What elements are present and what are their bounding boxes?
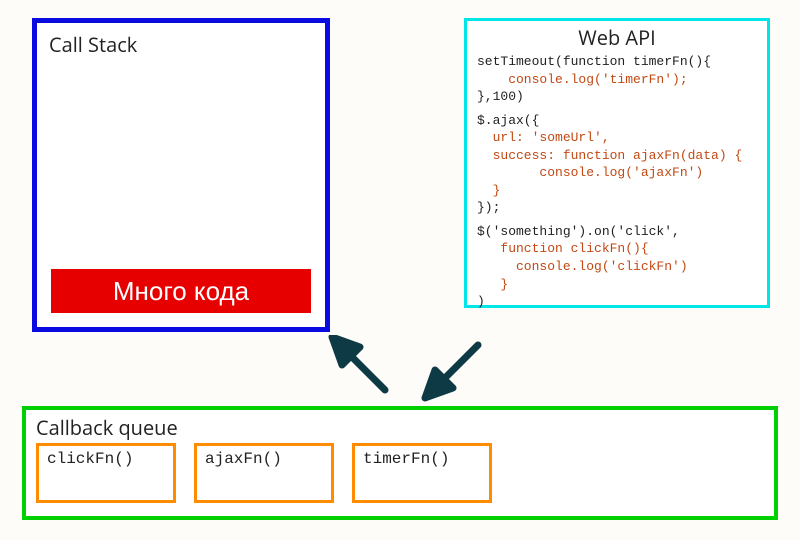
callback-queue-box: Callback queue clickFn() ajaxFn() timerF… — [22, 406, 778, 520]
call-stack-box: Call Stack Много кода — [32, 18, 330, 332]
code-inner: function clickFn(){ console.log('clickFn… — [477, 241, 688, 291]
web-api-code-click: $('something').on('click', function clic… — [477, 223, 757, 311]
code-outer: }); — [477, 200, 500, 215]
arrow-to-queue-icon — [425, 345, 478, 398]
code-inner: console.log('timerFn'); — [477, 72, 688, 87]
event-loop-arrows — [310, 335, 510, 405]
web-api-code-ajax: $.ajax({ url: 'someUrl', success: functi… — [477, 112, 757, 217]
callback-queue-row: clickFn() ajaxFn() timerFn() — [36, 443, 764, 503]
code-outer: ) — [477, 294, 485, 309]
call-stack-title: Call Stack — [49, 31, 313, 58]
call-stack-item: Много кода — [51, 269, 311, 313]
queue-item: clickFn() — [36, 443, 176, 503]
code-outer: $('something').on('click', — [477, 224, 680, 239]
queue-item: ajaxFn() — [194, 443, 334, 503]
code-inner: url: 'someUrl', success: function ajaxFn… — [477, 130, 742, 198]
queue-item: timerFn() — [352, 443, 492, 503]
web-api-code-settimeout: setTimeout(function timerFn(){ console.l… — [477, 53, 757, 106]
code-outer: setTimeout(function timerFn(){ — [477, 54, 711, 69]
callback-queue-title: Callback queue — [36, 414, 764, 441]
web-api-box: Web API setTimeout(function timerFn(){ c… — [464, 18, 770, 308]
code-outer: },100) — [477, 89, 524, 104]
web-api-title: Web API — [477, 24, 757, 51]
code-outer: $.ajax({ — [477, 113, 539, 128]
arrow-to-callstack-icon — [332, 337, 385, 390]
